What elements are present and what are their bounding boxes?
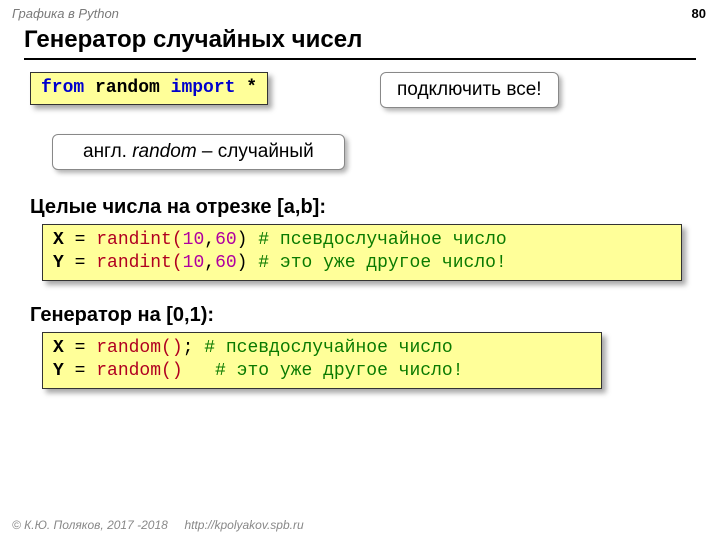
kw-module: random (95, 78, 160, 98)
code-randint: X = randint(10,60) # псевдослучайное чис… (42, 224, 682, 281)
kw-star: * (246, 78, 257, 98)
subhead-rand: Генератор на [0,1): (30, 304, 214, 327)
code-import: from random import * (30, 72, 268, 105)
page-title: Генератор случайных чисел (24, 26, 696, 60)
subhead-int: Целые числа на отрезке [a,b]: (30, 196, 326, 219)
callout-connect-all: подключить все! (380, 72, 559, 108)
callout2-post: – случайный (197, 141, 314, 162)
callout-random-meaning: англ. random – случайный (52, 134, 345, 170)
callout2-pre: англ. (83, 141, 132, 162)
code-random: X = random(); # псевдослучайное число Y … (42, 332, 602, 389)
header-label: Графика в Python (12, 6, 119, 21)
page-number: 80 (692, 6, 706, 21)
code-line-4: Y = random() # это уже другое число! (53, 360, 591, 383)
kw-import: import (171, 78, 236, 98)
footer-copyright: © К.Ю. Поляков, 2017 -2018 (12, 518, 168, 532)
code-line-3: X = random(); # псевдослучайное число (53, 337, 591, 360)
code-line-1: X = randint(10,60) # псевдослучайное чис… (53, 229, 671, 252)
footer-url: http://kpolyakov.spb.ru (184, 518, 303, 532)
footer: © К.Ю. Поляков, 2017 -2018 http://kpolya… (12, 518, 304, 532)
code-line-2: Y = randint(10,60) # это уже другое числ… (53, 252, 671, 275)
callout2-word: random (132, 141, 196, 162)
kw-from: from (41, 78, 84, 98)
